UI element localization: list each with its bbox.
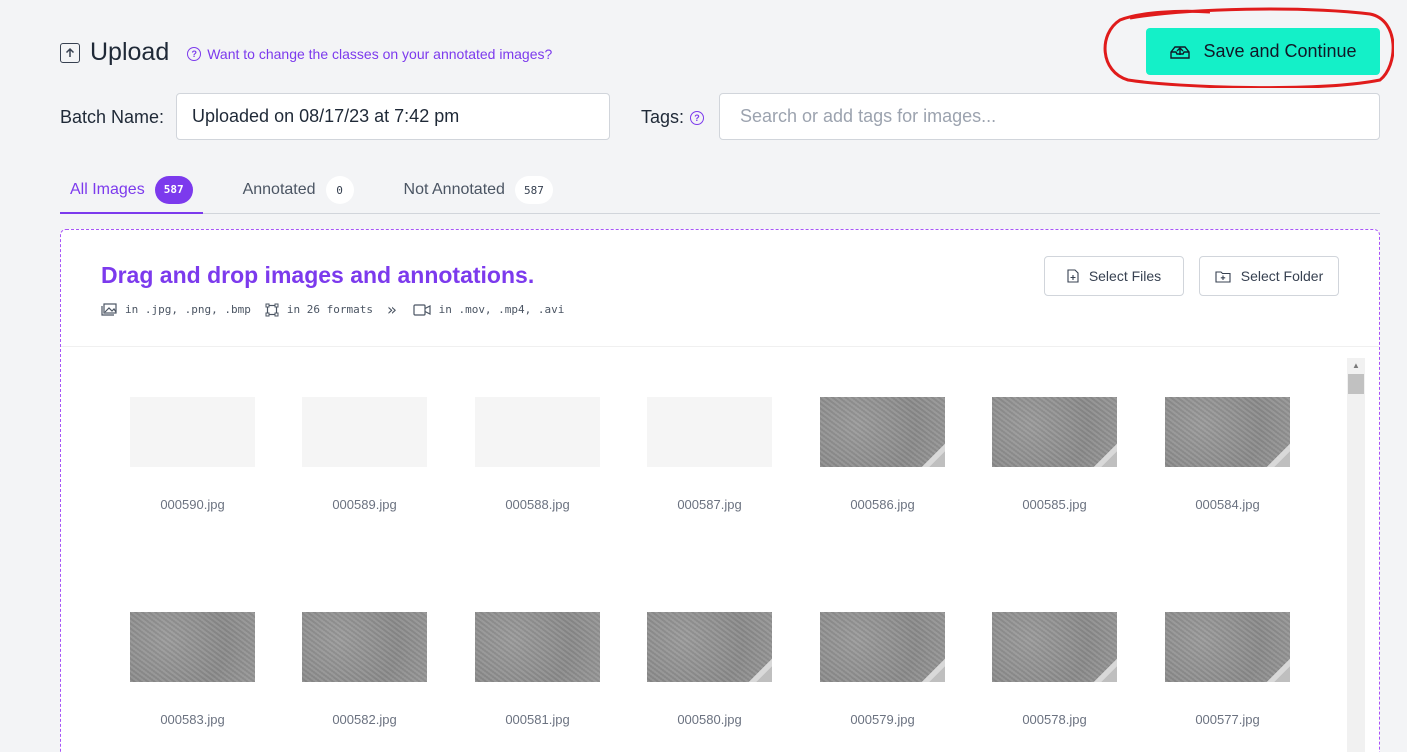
tab-not-annotated-count: 587	[514, 176, 553, 204]
format-videos-text: in .mov, .mp4, .avi	[438, 303, 565, 316]
tab-all-images[interactable]: All Images 587	[60, 167, 203, 214]
image-thumbnail[interactable]	[647, 397, 772, 467]
tags-label-group: Tags: ?	[641, 107, 705, 128]
image-card[interactable]: 000582.jpg	[302, 612, 427, 727]
image-filename: 000584.jpg	[1195, 497, 1260, 512]
image-card[interactable]: 000589.jpg	[302, 397, 427, 512]
chevrons-right-icon[interactable]: »	[387, 300, 397, 319]
video-icon	[412, 303, 431, 316]
image-card[interactable]: 000578.jpg	[992, 612, 1117, 727]
format-annotations: in 26 formats	[265, 303, 373, 317]
image-filename: 000581.jpg	[505, 712, 570, 727]
tab-not-annotated[interactable]: Not Annotated 587	[394, 167, 563, 213]
page-title: Upload	[90, 38, 170, 66]
scrollbar-thumb[interactable]	[1348, 374, 1364, 394]
image-thumbnail[interactable]	[647, 612, 772, 682]
image-filter-tabs: All Images 587 Annotated 0 Not Annotated…	[60, 167, 1380, 214]
format-images-text: in .jpg, .png, .bmp	[125, 303, 251, 316]
image-card[interactable]: 000584.jpg	[1165, 397, 1290, 512]
format-videos: in .mov, .mp4, .avi	[412, 303, 565, 316]
tab-annotated-count: 0	[325, 176, 354, 204]
dropzone-divider	[61, 346, 1379, 347]
select-folder-button[interactable]: Select Folder	[1199, 256, 1339, 296]
select-folder-label: Select Folder	[1240, 268, 1324, 284]
image-grid-scrollbar[interactable]: ▲	[1347, 358, 1365, 752]
image-thumbnail[interactable]	[820, 612, 945, 682]
image-card[interactable]: 000580.jpg	[647, 612, 772, 727]
batch-name-label: Batch Name:	[60, 107, 165, 127]
image-thumbnail[interactable]	[1165, 397, 1290, 467]
image-thumbnail[interactable]	[475, 397, 600, 467]
select-files-button[interactable]: Select Files	[1044, 256, 1184, 296]
image-filename: 000582.jpg	[332, 712, 397, 727]
tab-all-images-label: All Images	[70, 180, 145, 198]
dropzone-title: Drag and drop images and annotations.	[101, 262, 535, 288]
image-filename: 000588.jpg	[505, 497, 570, 512]
image-icon	[101, 303, 117, 316]
image-filename: 000589.jpg	[332, 497, 397, 512]
save-and-continue-button[interactable]: Save and Continue	[1146, 28, 1380, 75]
tags-search-input[interactable]	[719, 93, 1380, 140]
image-thumbnail[interactable]	[992, 612, 1117, 682]
cloud-upload-icon	[1170, 45, 1191, 59]
upload-dropzone[interactable]: Drag and drop images and annotations. in…	[60, 229, 1380, 752]
image-thumbnail[interactable]	[992, 397, 1117, 467]
image-card[interactable]: 000581.jpg	[475, 612, 600, 727]
tab-not-annotated-label: Not Annotated	[403, 181, 505, 198]
format-annotations-text: in 26 formats	[286, 303, 373, 316]
image-thumbnail[interactable]	[130, 612, 255, 682]
image-filename: 000578.jpg	[1022, 712, 1087, 727]
image-filename: 000580.jpg	[677, 712, 742, 727]
image-card[interactable]: 000585.jpg	[992, 397, 1117, 512]
tags-help-icon[interactable]: ?	[690, 110, 705, 125]
image-filename: 000586.jpg	[850, 497, 915, 512]
image-card[interactable]: 000590.jpg	[130, 397, 255, 512]
supported-formats: in .jpg, .png, .bmp in 26 formats » in .…	[101, 300, 578, 319]
image-filename: 000583.jpg	[160, 712, 225, 727]
page-header: Upload ? Want to change the classes on y…	[60, 38, 552, 67]
tab-annotated-label: Annotated	[242, 181, 316, 198]
change-classes-link[interactable]: ? Want to change the classes on your ann…	[187, 46, 552, 62]
image-card[interactable]: 000586.jpg	[820, 397, 945, 512]
image-thumbnail[interactable]	[475, 612, 600, 682]
image-filename: 000585.jpg	[1022, 497, 1087, 512]
image-card[interactable]: 000583.jpg	[130, 612, 255, 727]
save-and-continue-label: Save and Continue	[1203, 41, 1357, 61]
select-files-label: Select Files	[1088, 268, 1162, 284]
image-card[interactable]: 000579.jpg	[820, 612, 945, 727]
image-thumbnail[interactable]	[302, 612, 427, 682]
tab-all-images-count: 587	[154, 175, 193, 204]
change-classes-link-text[interactable]: Want to change the classes on your annot…	[207, 46, 552, 62]
format-images: in .jpg, .png, .bmp	[101, 303, 251, 316]
image-card[interactable]: 000588.jpg	[475, 397, 600, 512]
scroll-up-arrow-icon[interactable]: ▲	[1347, 358, 1365, 372]
help-icon: ?	[187, 47, 202, 61]
image-filename: 000590.jpg	[160, 497, 225, 512]
image-thumbnail[interactable]	[130, 397, 255, 467]
image-filename: 000587.jpg	[677, 497, 742, 512]
image-thumbnail[interactable]	[820, 397, 945, 467]
image-thumbnail[interactable]	[1165, 612, 1290, 682]
file-add-icon	[1067, 269, 1079, 283]
image-thumbnail[interactable]	[302, 397, 427, 467]
folder-add-icon	[1215, 270, 1231, 283]
image-filename: 000579.jpg	[850, 712, 915, 727]
tab-annotated[interactable]: Annotated 0	[233, 167, 364, 213]
batch-name-input[interactable]: Uploaded on 08/17/23 at 7:42 pm	[176, 93, 610, 140]
image-card[interactable]: 000577.jpg	[1165, 612, 1290, 727]
bounding-box-icon	[265, 303, 279, 316]
tags-label: Tags:	[641, 107, 685, 127]
image-card[interactable]: 000587.jpg	[647, 397, 772, 512]
upload-icon	[60, 42, 80, 63]
image-filename: 000577.jpg	[1195, 712, 1260, 727]
